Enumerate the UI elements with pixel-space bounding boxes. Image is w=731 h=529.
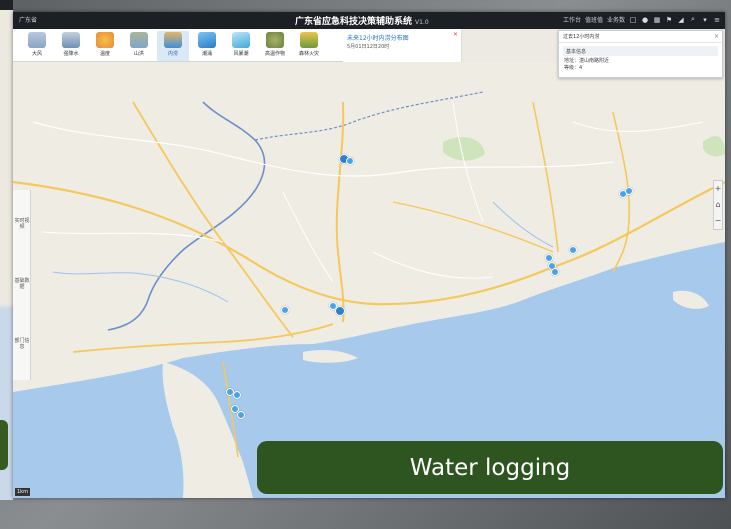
forecast-time: 5月01日12日20时 [347, 44, 390, 50]
zoom-out-button[interactable]: − [714, 213, 722, 229]
app-title-text: 广东省应急科技决策辅助系统 [295, 17, 413, 27]
tool-label: 强降水 [63, 51, 79, 57]
province-label: 广东省 [19, 17, 38, 24]
tool-label: 内涝 [167, 51, 178, 57]
tool-label: 温度 [99, 51, 110, 57]
header-link-workbench[interactable]: 工作台 [563, 15, 581, 24]
tool-tide[interactable]: 潮涌 [191, 31, 223, 61]
signal-icon[interactable]: ◢ [677, 16, 685, 24]
tool-mountain-flood[interactable]: 山洪 [123, 31, 155, 61]
waterlogging-marker[interactable] [335, 306, 345, 316]
mountain-flood-icon [130, 32, 148, 48]
forecast-title[interactable]: 未来12小时内涝分布图 [347, 33, 409, 42]
header-link-business[interactable]: 业务数 [607, 15, 625, 24]
app-window: 广东省 广东省应急科技决策辅助系统 V1.0 工作台 值班值 业务数 □ ● ▦ … [13, 12, 725, 498]
tool-temperature[interactable]: 温度 [89, 31, 121, 61]
rain-icon [62, 32, 80, 48]
side-item-video[interactable]: 实时视频 [14, 218, 30, 230]
menu-icon[interactable]: ≡ [713, 16, 721, 24]
temperature-icon [96, 32, 114, 48]
tool-storm-surge[interactable]: 风暴潮 [225, 31, 257, 61]
forecast-info-panel: 未来12小时内涝分布图 5月01日12日20时 × [343, 29, 461, 62]
side-panel: 实时视频 基础数据 部门信息 [13, 190, 31, 380]
waterlogging-marker[interactable] [237, 411, 245, 419]
waterlogging-marker[interactable] [625, 187, 633, 195]
zoom-in-button[interactable]: + [714, 181, 722, 197]
search-icon[interactable]: ⌕ [689, 15, 697, 24]
pin-icon[interactable]: ▾ [701, 16, 709, 24]
map-scale: 1km [15, 488, 30, 496]
close-icon[interactable]: × [453, 31, 458, 38]
hazard-toolbar: 大风 强降水 温度 山洪 内涝 潮涌 风暴潮 高温作物 森林火灾 未来12小时内… [13, 29, 461, 62]
waterlogging-icon [164, 32, 182, 48]
flag-icon[interactable]: ⚑ [665, 16, 673, 24]
tool-label: 风暴潮 [233, 51, 249, 57]
tool-label: 高温作物 [264, 51, 285, 57]
tool-label: 森林火灾 [298, 51, 319, 57]
tool-label: 大风 [31, 51, 42, 57]
tool-crop[interactable]: 高温作物 [259, 31, 291, 61]
tool-forest-fire[interactable]: 森林火灾 [293, 31, 325, 61]
header-actions: 工作台 值班值 业务数 □ ● ▦ ⚑ ◢ ⌕ ▾ ≡ [563, 15, 721, 24]
caption-banner: Water logging [257, 441, 723, 494]
map-canvas [13, 62, 725, 498]
grid-icon[interactable]: ▦ [653, 16, 661, 24]
waterlogging-marker[interactable] [346, 157, 354, 165]
popup-address: 地址：湛山南路附近 [564, 58, 610, 64]
popup-level: 等级：4 [564, 65, 583, 71]
forest-fire-icon [300, 32, 318, 48]
close-icon[interactable]: × [714, 33, 719, 40]
side-item-department[interactable]: 部门信息 [14, 338, 30, 350]
tool-label: 潮涌 [201, 51, 212, 57]
app-title: 广东省应急科技决策辅助系统 V1.0 [295, 14, 429, 27]
waterlogging-marker[interactable] [545, 254, 553, 262]
tool-label: 山洪 [133, 51, 144, 57]
popup-section: 基本信息 [563, 46, 718, 56]
background-window [0, 0, 13, 500]
storm-surge-icon [232, 32, 250, 48]
lock-icon[interactable]: ● [641, 16, 649, 24]
background-window-titlebar [0, 0, 13, 10]
square-icon[interactable]: □ [629, 16, 637, 24]
zoom-control: + ⌂ − [713, 180, 723, 230]
side-item-basic-data[interactable]: 基础数据 [14, 278, 30, 290]
header-link-duty[interactable]: 值班值 [585, 15, 603, 24]
tool-waterlogging[interactable]: 内涝 [157, 31, 189, 61]
version-label: V1.0 [415, 19, 429, 26]
detail-popup: 过去12小时内涝 × 基本信息 地址：湛山南路附近 等级：4 [558, 30, 723, 78]
tool-rain[interactable]: 强降水 [55, 31, 87, 61]
waterlogging-marker[interactable] [233, 391, 241, 399]
map-view[interactable]: 实时视频 基础数据 部门信息 + ⌂ − 1km [13, 62, 725, 498]
waterlogging-marker[interactable] [569, 246, 577, 254]
title-bar: 广东省 广东省应急科技决策辅助系统 V1.0 工作台 值班值 业务数 □ ● ▦ … [13, 12, 725, 29]
zoom-reset-button[interactable]: ⌂ [714, 197, 722, 213]
waterlogging-marker[interactable] [551, 268, 559, 276]
waterlogging-marker[interactable] [281, 306, 289, 314]
tool-wind[interactable]: 大风 [21, 31, 53, 61]
caption-text: Water logging [409, 454, 571, 481]
popup-header: 过去12小时内涝 [559, 31, 722, 43]
wind-icon [28, 32, 46, 48]
crop-icon [266, 32, 284, 48]
background-window-caption [0, 420, 8, 470]
wave-icon [198, 32, 216, 48]
